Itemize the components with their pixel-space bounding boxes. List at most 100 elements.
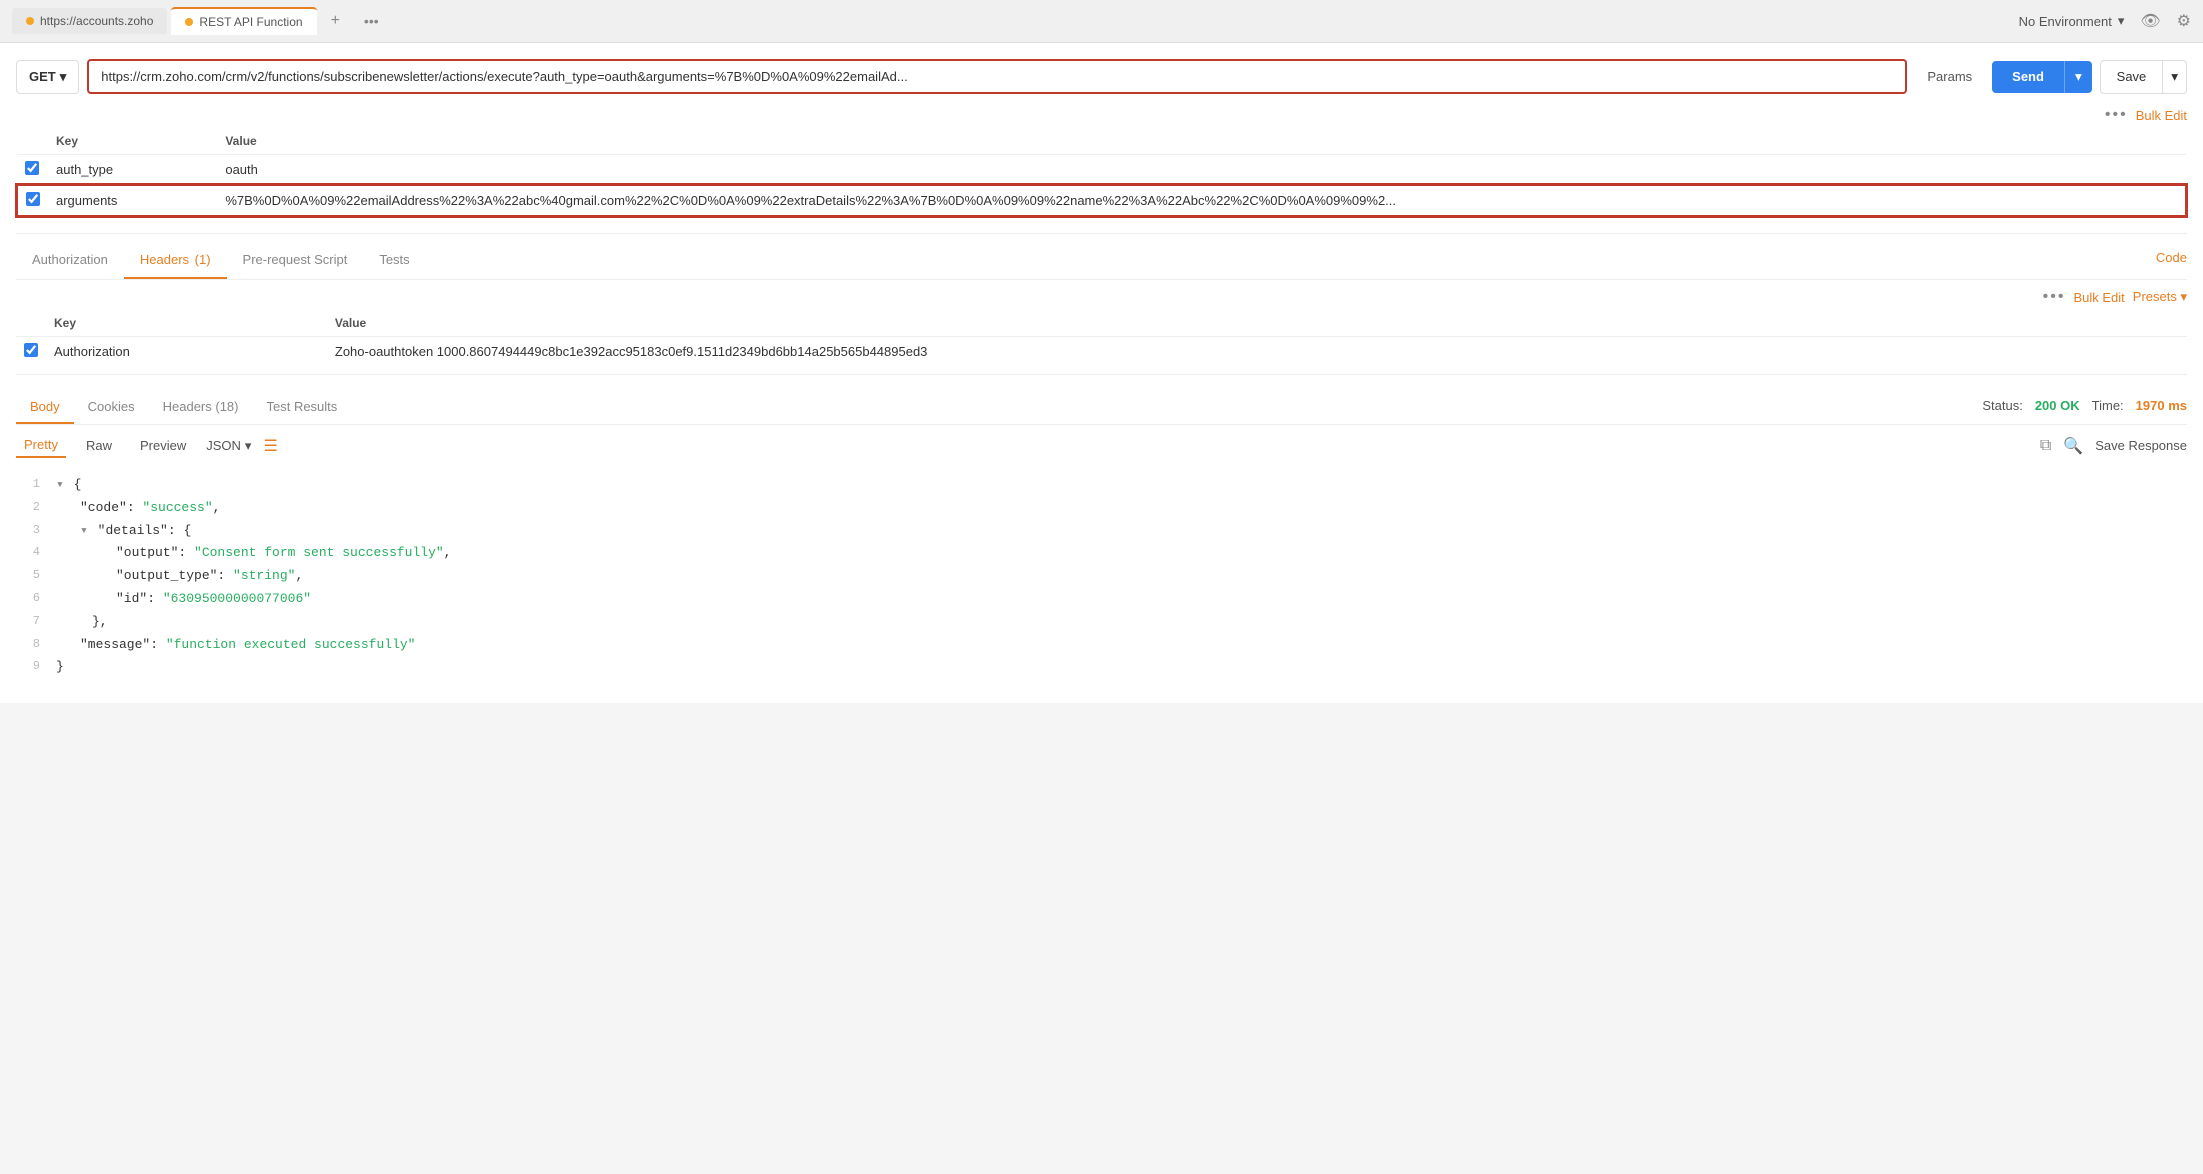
json-content-7: }, — [56, 612, 108, 633]
save-dropdown-button[interactable]: ▾ — [2163, 60, 2187, 94]
eye-icon[interactable]: 👁 — [2140, 11, 2160, 31]
code-link[interactable]: Code — [2156, 250, 2187, 265]
search-icon[interactable]: 🔍 — [2063, 436, 2083, 456]
json-line-8: 8 "message": "function executed successf… — [16, 634, 2187, 657]
line-num-4: 4 — [16, 543, 56, 562]
headers-col-checkbox — [16, 310, 46, 337]
tab-bar-right: No Environment ▾ 👁 ⚙ — [2019, 11, 2191, 31]
format-select-label: JSON — [206, 438, 241, 453]
tab-pre-request[interactable]: Pre-request Script — [227, 242, 364, 279]
collapse-icon-1[interactable]: ▾ — [56, 477, 64, 492]
response-tab-headers[interactable]: Headers (18) — [149, 391, 253, 424]
json-content-3: ▾ "details": { — [56, 521, 191, 542]
param-row1-key[interactable]: auth_type — [48, 155, 217, 186]
chevron-down-icon: ▾ — [2118, 13, 2125, 29]
main-content: GET ▾ Params Send ▾ Save ▾ ••• Bulk Edit — [0, 43, 2203, 703]
url-input[interactable] — [87, 59, 1907, 94]
line-num-3: 3 — [16, 521, 56, 540]
params-table: Key Value auth_type oauth arguments %7B%… — [16, 128, 2187, 217]
json-content-4: "output": "Consent form sent successfull… — [56, 543, 451, 564]
json-line-1: 1 ▾ { — [16, 474, 2187, 497]
status-value: 200 OK — [2035, 398, 2080, 413]
send-dropdown-button[interactable]: ▾ — [2064, 61, 2092, 93]
tab-label-rest: REST API Function — [199, 15, 302, 29]
params-bulk-edit-button[interactable]: Bulk Edit — [2136, 108, 2187, 123]
line-num-8: 8 — [16, 635, 56, 654]
tab-tests[interactable]: Tests — [363, 242, 425, 279]
tab-bar: https://accounts.zoho REST API Function … — [0, 0, 2203, 43]
format-preview-button[interactable]: Preview — [132, 434, 194, 457]
tab-pre-request-label: Pre-request Script — [243, 252, 348, 267]
app-container: https://accounts.zoho REST API Function … — [0, 0, 2203, 1174]
response-tab-body-label: Body — [30, 399, 60, 414]
response-tab-body[interactable]: Body — [16, 391, 74, 424]
header-row1-checkbox[interactable] — [24, 343, 38, 357]
table-row: auth_type oauth — [17, 155, 2186, 186]
json-line-6: 6 "id": "63095000000077006" — [16, 588, 2187, 611]
param-row2-key[interactable]: arguments — [48, 185, 217, 216]
environment-selector[interactable]: No Environment ▾ — [2019, 13, 2125, 29]
response-tab-headers-label: Headers (18) — [163, 399, 239, 414]
json-content-2: "code": "success", — [56, 498, 220, 519]
method-chevron-icon: ▾ — [60, 69, 67, 85]
headers-col-key: Key — [46, 310, 327, 337]
json-line-2: 2 "code": "success", — [16, 497, 2187, 520]
tab-accounts[interactable]: https://accounts.zoho — [12, 8, 167, 34]
send-button[interactable]: Send — [1992, 61, 2064, 93]
line-num-1: 1 — [16, 475, 56, 494]
line-num-5: 5 — [16, 566, 56, 585]
response-tab-test-results[interactable]: Test Results — [252, 391, 351, 424]
param-row1-checkbox[interactable] — [25, 161, 39, 175]
format-pretty-button[interactable]: Pretty — [16, 433, 66, 458]
json-content-1: ▾ { — [56, 475, 81, 496]
response-tab-test-results-label: Test Results — [266, 399, 337, 414]
params-col-value: Value — [217, 128, 2186, 155]
params-button[interactable]: Params — [1915, 61, 1984, 92]
tab-label-accounts: https://accounts.zoho — [40, 14, 153, 28]
response-right: Status: 200 OK Time: 1970 ms — [1982, 398, 2187, 417]
bulk-edit-area: ••• Bulk Edit — [16, 106, 2187, 124]
tab-headers-badge: (1) — [195, 252, 211, 267]
tab-authorization[interactable]: Authorization — [16, 242, 124, 279]
param-row2-value[interactable]: %7B%0D%0A%09%22emailAddress%22%3A%22abc%… — [217, 185, 2186, 216]
tab-add-button[interactable]: + — [321, 6, 350, 36]
format-raw-button[interactable]: Raw — [78, 434, 120, 457]
param-row2-checkbox-cell — [17, 185, 48, 216]
headers-bulk-edit-button[interactable]: Bulk Edit — [2073, 290, 2124, 305]
format-select[interactable]: JSON ▾ — [206, 438, 251, 454]
headers-more-dots[interactable]: ••• — [2043, 288, 2066, 306]
line-num-2: 2 — [16, 498, 56, 517]
env-label: No Environment — [2019, 14, 2112, 29]
copy-icon[interactable]: ⧉ — [2040, 437, 2051, 455]
status-label: Status: — [1982, 398, 2022, 413]
divider-1 — [16, 233, 2187, 234]
param-row1-value[interactable]: oauth — [217, 155, 2186, 186]
tab-headers[interactable]: Headers (1) — [124, 242, 227, 279]
header-row1-key[interactable]: Authorization — [46, 337, 327, 367]
line-num-9: 9 — [16, 657, 56, 676]
tab-dot-rest — [185, 18, 193, 26]
tab-more-button[interactable]: ••• — [354, 7, 389, 35]
response-tab-cookies[interactable]: Cookies — [74, 391, 149, 424]
tab-headers-label: Headers — [140, 252, 189, 267]
response-section: Body Cookies Headers (18) Test Results S… — [16, 391, 2187, 687]
method-select[interactable]: GET ▾ — [16, 60, 79, 94]
response-tabs: Body Cookies Headers (18) Test Results S… — [16, 391, 2187, 425]
header-row1-value[interactable]: Zoho-oauthtoken 1000.8607494449c8bc1e392… — [327, 337, 2187, 367]
header-row1-checkbox-cell — [16, 337, 46, 367]
format-chevron-icon: ▾ — [245, 438, 252, 454]
params-col-key: Key — [48, 128, 217, 155]
headers-presets-button[interactable]: Presets ▾ — [2133, 289, 2187, 305]
param-row2-checkbox[interactable] — [26, 192, 40, 206]
collapse-icon-3[interactable]: ▾ — [80, 523, 88, 538]
headers-section: ••• Bulk Edit Presets ▾ Key Value Author… — [16, 280, 2187, 375]
params-more-dots[interactable]: ••• — [2105, 106, 2128, 124]
headers-col-value: Value — [327, 310, 2187, 337]
json-line-5: 5 "output_type": "string", — [16, 565, 2187, 588]
time-label: Time: — [2092, 398, 2124, 413]
tab-rest-api[interactable]: REST API Function — [171, 7, 316, 35]
save-button[interactable]: Save — [2100, 60, 2164, 94]
wrap-icon[interactable]: ☰ — [263, 436, 277, 456]
gear-icon[interactable]: ⚙ — [2177, 11, 2191, 31]
save-response-button[interactable]: Save Response — [2095, 438, 2187, 453]
